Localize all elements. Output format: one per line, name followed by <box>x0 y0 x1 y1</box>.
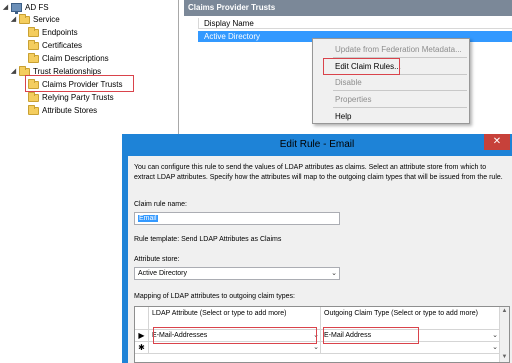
tree-item-relying-party-trusts[interactable]: Relying Party Trusts <box>19 91 114 103</box>
tree-item-attribute-stores[interactable]: Attribute Stores <box>19 104 98 116</box>
claim-rule-name-value: Email <box>138 215 158 222</box>
chevron-down-icon[interactable]: ⌄ <box>313 342 319 353</box>
scroll-up-icon[interactable]: ▲ <box>500 307 509 316</box>
expand-arrow-icon[interactable]: ◢ <box>2 2 9 13</box>
folder-icon <box>28 39 39 50</box>
chevron-down-icon[interactable]: ⌄ <box>492 342 498 353</box>
row-marker-new[interactable]: ✱ <box>135 342 149 354</box>
grid-corner <box>135 307 149 330</box>
tree-label: Trust Relationships <box>33 67 102 76</box>
menu-item-edit-claim-rules[interactable]: Edit Claim Rules... <box>335 61 401 72</box>
ldap-attribute-cell-new[interactable]: ⌄ <box>149 342 321 354</box>
menu-separator <box>333 74 467 75</box>
attribute-store-select[interactable]: Active Directory ⌄ <box>134 267 340 280</box>
dialog-title[interactable]: Edit Rule - Email <box>122 134 512 156</box>
chevron-down-icon[interactable]: ⌄ <box>313 330 319 341</box>
tree-item-endpoints[interactable]: Endpoints <box>19 26 78 38</box>
tree-item-service[interactable]: ◢ Service <box>10 13 60 25</box>
tree-label: Claim Descriptions <box>42 54 109 63</box>
tree-item-claims-provider-trusts[interactable]: Claims Provider Trusts <box>19 78 123 90</box>
menu-item-help[interactable]: Help <box>335 111 351 122</box>
column-header-display-name[interactable]: Display Name <box>198 18 512 29</box>
folder-icon <box>28 78 39 89</box>
chevron-down-icon[interactable]: ⌄ <box>492 330 498 341</box>
tree-label: Claims Provider Trusts <box>42 80 123 89</box>
console-tree: ◢ AD FS ◢ Service Endpoints Certificates… <box>0 0 178 135</box>
menu-item-disable[interactable]: Disable <box>335 77 362 88</box>
menu-separator <box>333 57 467 58</box>
folder-icon <box>28 52 39 63</box>
folder-icon <box>28 91 39 102</box>
rule-description: You can configure this rule to send the … <box>134 164 503 181</box>
outgoing-claim-type-cell[interactable]: E-Mail Address ⌄ <box>321 330 500 342</box>
menu-separator <box>333 90 467 91</box>
folder-icon <box>28 104 39 115</box>
menu-item-properties[interactable]: Properties <box>335 94 371 105</box>
mapping-label: Mapping of LDAP attributes to outgoing c… <box>134 293 295 300</box>
tree-item-trust-relationships[interactable]: ◢ Trust Relationships <box>10 65 102 77</box>
tree-label: AD FS <box>25 3 49 12</box>
pane-header: Claims Provider Trusts <box>184 0 512 16</box>
ldap-attribute-value: E-Mail-Addresses <box>152 332 208 339</box>
column-header-outgoing-claim-type[interactable]: Outgoing Claim Type (Select or type to a… <box>321 307 500 330</box>
expand-arrow-icon[interactable]: ◢ <box>10 14 17 25</box>
chevron-down-icon[interactable]: ⌄ <box>331 268 337 279</box>
tree-item-claim-descriptions[interactable]: Claim Descriptions <box>19 52 109 64</box>
grid-scrollbar[interactable]: ▲ ▼ <box>499 307 509 362</box>
tree-label: Endpoints <box>42 28 78 37</box>
menu-item-update-metadata[interactable]: Update from Federation Metadata... <box>335 44 462 55</box>
outgoing-claim-type-cell-new[interactable]: ⌄ <box>321 342 500 354</box>
attribute-store-value: Active Directory <box>138 270 188 277</box>
expand-arrow-icon[interactable]: ◢ <box>10 66 17 77</box>
attribute-store-label: Attribute store: <box>134 256 180 263</box>
dialog-body: You can configure this rule to send the … <box>128 156 512 363</box>
tree-label: Relying Party Trusts <box>42 93 114 102</box>
menu-separator <box>333 107 467 108</box>
tree-label: Service <box>33 15 60 24</box>
tree-label: Certificates <box>42 41 83 50</box>
folder-icon <box>19 65 30 76</box>
adfs-icon <box>11 3 22 14</box>
context-menu: Update from Federation Metadata... Edit … <box>312 38 470 124</box>
rule-template-text: Rule template: Send LDAP Attributes as C… <box>134 236 282 243</box>
edit-rule-dialog: Edit Rule - Email ✕ You can configure th… <box>122 134 512 363</box>
folder-icon <box>19 13 30 24</box>
tree-item-adfs[interactable]: ◢ AD FS <box>2 2 49 14</box>
claim-rule-name-input[interactable]: Email <box>134 212 340 225</box>
row-marker-current[interactable]: ▶ <box>135 330 149 342</box>
outgoing-claim-type-value: E-Mail Address <box>324 332 372 339</box>
tree-item-certificates[interactable]: Certificates <box>19 39 83 51</box>
ldap-attribute-cell[interactable]: E-Mail-Addresses ⌄ <box>149 330 321 342</box>
mapping-grid: LDAP Attribute (Select or type to add mo… <box>134 306 510 363</box>
scroll-down-icon[interactable]: ▼ <box>500 353 509 362</box>
folder-icon <box>28 26 39 37</box>
column-divider <box>198 18 199 29</box>
tree-label: Attribute Stores <box>42 106 98 115</box>
close-icon[interactable]: ✕ <box>484 134 510 150</box>
column-header-ldap-attribute[interactable]: LDAP Attribute (Select or type to add mo… <box>149 307 321 330</box>
claim-rule-name-label: Claim rule name: <box>134 201 187 208</box>
